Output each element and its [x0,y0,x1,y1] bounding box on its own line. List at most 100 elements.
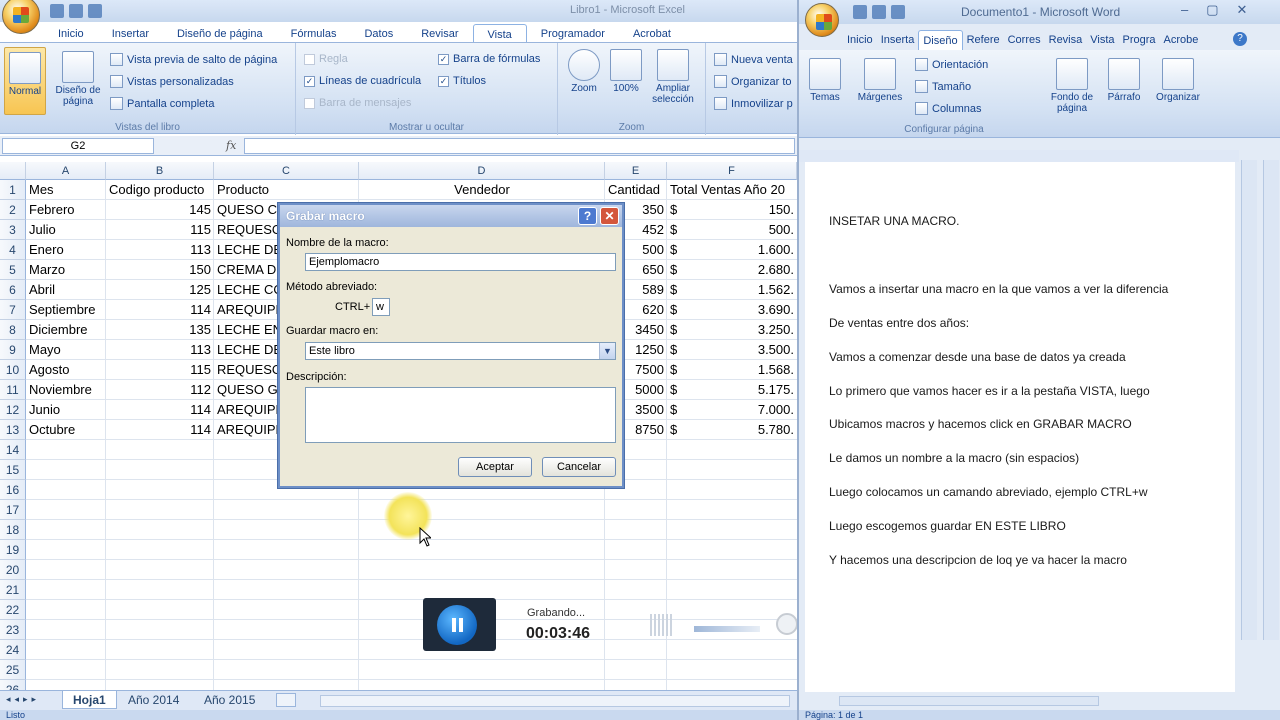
cell-codigo[interactable]: 114 [106,420,214,440]
row-header[interactable]: 12 [0,400,26,420]
document-line[interactable]: Luego colocamos un camando abreviado, ej… [829,485,1148,499]
close-icon[interactable]: ✕ [600,207,619,225]
insert-sheet-icon[interactable] [276,693,296,707]
row-header[interactable]: 5 [0,260,26,280]
row-header[interactable]: 15 [0,460,26,480]
cell-currency[interactable]: $ [667,360,697,380]
row-header[interactable]: 7 [0,300,26,320]
cell-mes[interactable]: Marzo [26,260,106,280]
cell-mes[interactable]: Junio [26,400,106,420]
word-tab-diseno[interactable]: Diseño [918,30,963,50]
ok-button[interactable]: Aceptar [458,457,532,477]
columns-button[interactable]: Columnas [915,102,982,115]
cell-codigo[interactable]: 115 [106,360,214,380]
cell-mes[interactable]: Septiembre [26,300,106,320]
document-line[interactable]: Ubicamos macros y hacemos click en GRABA… [829,417,1132,431]
sheet-nav-arrows[interactable]: ◂◂▸▸ [6,694,40,705]
word-save-icon[interactable] [853,5,867,19]
macro-name-input[interactable]: Ejemplomacro [305,253,616,271]
header-cell[interactable]: Mes [26,180,106,200]
cell-codigo[interactable]: 114 [106,300,214,320]
cell-total[interactable]: 1.600. [697,240,797,260]
row-header[interactable]: 20 [0,560,26,580]
cell-codigo[interactable]: 150 [106,260,214,280]
row-header[interactable]: 4 [0,240,26,260]
window-controls[interactable]: –▢✕ [1181,2,1265,18]
row-header[interactable]: 17 [0,500,26,520]
cell-currency[interactable]: $ [667,260,697,280]
help-icon[interactable]: ? [578,207,597,225]
word-tab-programador[interactable]: Progra [1119,30,1160,50]
document-line[interactable]: Lo primero que vamos hacer es ir a la pe… [829,384,1150,398]
cell-total[interactable]: 7.000. [697,400,797,420]
sheet-tab-2015[interactable]: Año 2015 [194,691,265,709]
row-header[interactable]: 10 [0,360,26,380]
cell-total[interactable]: 1.568. [697,360,797,380]
cell-currency[interactable]: $ [667,280,697,300]
word-vertical-scrollbar-2[interactable] [1263,160,1279,640]
row-header[interactable]: 6 [0,280,26,300]
word-tab-revisar[interactable]: Revisa [1045,30,1087,50]
cell-codigo[interactable]: 135 [106,320,214,340]
word-tab-referencias[interactable]: Refere [963,30,1004,50]
row-header[interactable]: 11 [0,380,26,400]
word-document-page[interactable]: INSETAR UNA MACRO. Vamos a insertar una m… [805,162,1235,692]
cell-currency[interactable]: $ [667,220,697,240]
row-header[interactable]: 2 [0,200,26,220]
orientation-button[interactable]: Orientación [915,58,988,71]
word-horizontal-scrollbar[interactable] [839,696,1099,706]
cell-currency[interactable]: $ [667,240,697,260]
cell-mes[interactable]: Enero [26,240,106,260]
cell-mes[interactable]: Mayo [26,340,106,360]
volume-slider[interactable] [694,626,760,632]
cell-mes[interactable]: Febrero [26,200,106,220]
cell-mes[interactable]: Abril [26,280,106,300]
cell-currency[interactable]: $ [667,200,697,220]
cell-currency[interactable]: $ [667,300,697,320]
word-tab-insertar[interactable]: Inserta [877,30,919,50]
row-header[interactable]: 1 [0,180,26,200]
shortcut-key-input[interactable]: w [372,298,390,316]
document-line[interactable]: Y hacemos una descripcion de loq ye va h… [829,553,1127,567]
cell-total[interactable]: 2.680. [697,260,797,280]
recorder-pause-button[interactable] [423,598,496,651]
size-button[interactable]: Tamaño [915,80,971,93]
cell-codigo[interactable]: 112 [106,380,214,400]
word-vertical-scrollbar[interactable] [1241,160,1257,640]
cell-total[interactable]: 500. [697,220,797,240]
cell-total[interactable]: 5.175. [697,380,797,400]
cell-currency[interactable]: $ [667,420,697,440]
page-background-button[interactable]: Fondo de página [1043,58,1101,114]
document-line[interactable]: Le damos un nombre a la macro (sin espac… [829,451,1079,465]
sheet-tab-2014[interactable]: Año 2014 [118,691,189,709]
margins-button[interactable]: Márgenes [851,58,909,103]
cell-codigo[interactable]: 113 [106,340,214,360]
word-help-icon[interactable]: ? [1233,32,1247,46]
themes-button[interactable]: Temas [805,58,845,103]
cell-codigo[interactable]: 125 [106,280,214,300]
row-header[interactable]: 16 [0,480,26,500]
cell-total[interactable]: 5.780. [697,420,797,440]
cell-codigo[interactable]: 113 [106,240,214,260]
description-textarea[interactable] [305,387,616,443]
cell-mes[interactable]: Noviembre [26,380,106,400]
cell-currency[interactable]: $ [667,400,697,420]
cell-codigo[interactable]: 114 [106,400,214,420]
chevron-down-icon[interactable]: ▼ [599,343,615,359]
word-tab-acrobat[interactable]: Acrobe [1160,30,1203,50]
word-tab-inicio[interactable]: Inicio [843,30,877,50]
cell-codigo[interactable]: 145 [106,200,214,220]
header-cell[interactable]: Total Ventas Año 20 [667,180,797,200]
cell-total[interactable]: 150. [697,200,797,220]
document-line[interactable]: Luego escogemos guardar EN ESTE LIBRO [829,519,1066,533]
document-line[interactable]: Vamos a comenzar desde una base de datos… [829,350,1126,364]
word-tab-vista[interactable]: Vista [1086,30,1118,50]
header-cell[interactable]: Cantidad [605,180,667,200]
document-line[interactable]: INSETAR UNA MACRO. [829,214,959,228]
cell-mes[interactable]: Agosto [26,360,106,380]
row-header[interactable]: 21 [0,580,26,600]
cancel-button[interactable]: Cancelar [542,457,616,477]
cell-total[interactable]: 3.500. [697,340,797,360]
row-header[interactable]: 19 [0,540,26,560]
word-redo-icon[interactable] [891,5,905,19]
